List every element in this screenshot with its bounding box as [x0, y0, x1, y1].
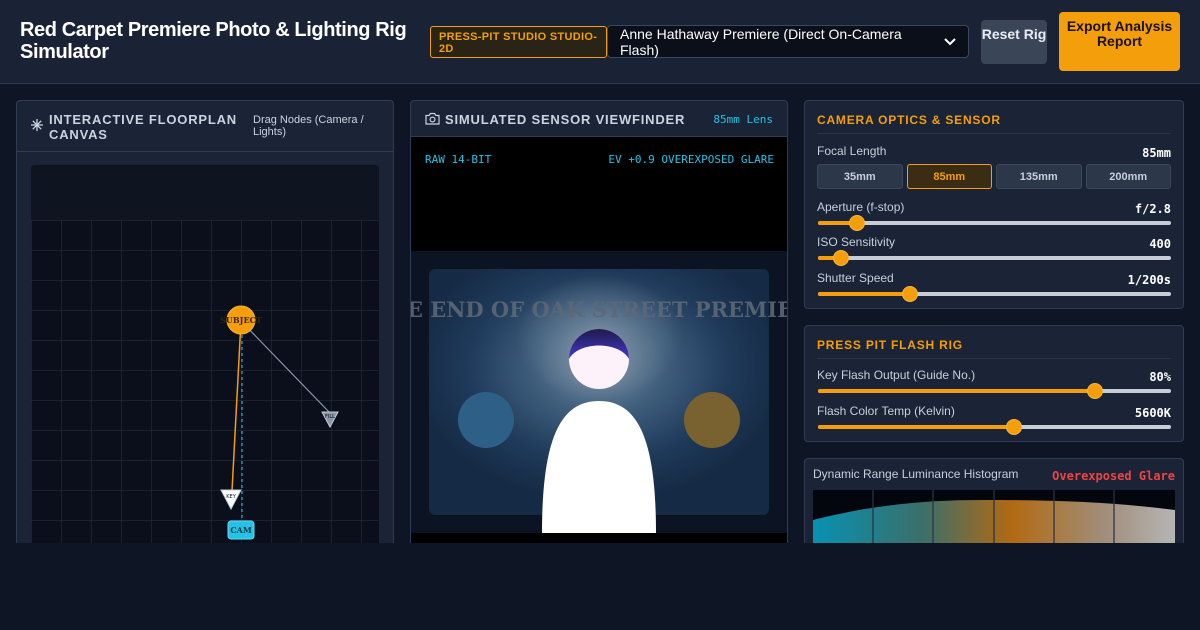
- histogram-title: Dynamic Range Luminance Histogram: [813, 467, 1019, 481]
- backdrop-text: THE END OF OAK STREET PREMIERE: [411, 297, 787, 322]
- floorplan-canvas[interactable]: SUBJECT FILL KEY CAM: [31, 165, 379, 559]
- flash-output-slider-fill: [818, 389, 1096, 393]
- flash-temp-value: 5600K: [1134, 406, 1171, 420]
- focal-85mm-button[interactable]: 85mm: [906, 164, 992, 189]
- aperture-slider-handle[interactable]: [848, 215, 865, 231]
- flash-output-slider[interactable]: [818, 383, 1171, 399]
- page-footer-area: [0, 543, 1200, 630]
- chevron-down-icon: [944, 35, 956, 49]
- shutter-label: Shutter Speed: [817, 271, 894, 285]
- floorplan-grid: SUBJECT FILL KEY CAM: [31, 165, 379, 559]
- studio-badge: PRESS-PIT STUDIO STUDIO-2D: [430, 26, 607, 58]
- floorplan-hint: Drag Nodes (Camera / Lights): [253, 114, 364, 138]
- subject-node-label: SUBJECT: [220, 315, 262, 325]
- fill-light-node-label: FILL: [325, 414, 335, 420]
- floorplan-title: INTERACTIVE FLOORPLAN CANVAS: [49, 112, 237, 142]
- aperture-label: Aperture (f-stop): [817, 200, 905, 214]
- flash-output-value: 80%: [1149, 370, 1171, 384]
- iso-label: ISO Sensitivity: [817, 235, 896, 249]
- raw-readout: RAW 14-BIT: [425, 153, 492, 166]
- optics-title: CAMERA OPTICS & SENSOR: [817, 113, 1001, 127]
- crowd-light-left: [458, 392, 514, 448]
- key-flash-node-label: KEY: [226, 494, 236, 500]
- focal-length-label: Focal Length: [817, 144, 887, 158]
- reset-rig-button[interactable]: Reset Rig: [981, 20, 1047, 64]
- lens-label: 85mm Lens: [713, 113, 773, 126]
- floorplan-panel: INTERACTIVE FLOORPLAN CANVAS Drag Nodes …: [16, 100, 394, 560]
- aperture-value: f/2.8: [1134, 202, 1171, 216]
- flash-output-slider-handle[interactable]: [1087, 383, 1104, 399]
- scenario-select-value: Anne Hathaway Premiere (Direct On-Camera…: [620, 25, 902, 58]
- crowd-light-right: [684, 392, 740, 448]
- focal-135mm-button[interactable]: 135mm: [996, 164, 1082, 189]
- camera-node[interactable]: CAM: [227, 520, 255, 540]
- ev-readout: EV +0.9 OVEREXPOSED GLARE: [608, 153, 774, 166]
- crosshair-icon: [31, 119, 43, 134]
- viewfinder-screen: THE END OF OAK STREET PREMIERE RAW 14-BI…: [411, 137, 787, 557]
- viewfinder-title: SIMULATED SENSOR VIEWFINDER: [445, 112, 686, 127]
- flash-output-label: Key Flash Output (Guide No.): [817, 368, 976, 382]
- histogram-status: Overexposed Glare: [1052, 469, 1175, 483]
- iso-slider-handle[interactable]: [832, 250, 849, 266]
- iso-value: 400: [1149, 237, 1171, 251]
- export-report-button[interactable]: Export Analysis Report: [1059, 12, 1180, 71]
- flash-title: PRESS PIT FLASH RIG: [817, 338, 963, 352]
- top-bar: Red Carpet Premiere Photo & Lighting Rig…: [0, 0, 1200, 84]
- app-title: Red Carpet Premiere Photo & Lighting Rig…: [20, 19, 407, 63]
- shutter-value: 1/200s: [1127, 273, 1171, 287]
- shutter-slider-fill: [818, 292, 910, 296]
- iso-slider[interactable]: [818, 250, 1171, 266]
- viewfinder-panel: SIMULATED SENSOR VIEWFINDER 85mm Lens EN…: [410, 100, 788, 560]
- optics-panel: CAMERA OPTICS & SENSOR Focal Length 85mm…: [804, 100, 1184, 309]
- flash-temp-label: Flash Color Temp (Kelvin): [817, 404, 955, 418]
- flash-panel: PRESS PIT FLASH RIG Key Flash Output (Gu…: [804, 325, 1184, 442]
- divider: [817, 133, 1171, 134]
- shutter-slider[interactable]: [818, 286, 1171, 302]
- focal-200mm-button[interactable]: 200mm: [1085, 164, 1171, 189]
- divider: [817, 358, 1171, 359]
- scenario-select[interactable]: Anne Hathaway Premiere (Direct On-Camera…: [607, 25, 969, 58]
- aperture-slider[interactable]: [818, 215, 1171, 231]
- flash-temp-slider-fill: [818, 425, 1014, 429]
- camera-icon: [425, 112, 440, 130]
- flash-temp-slider[interactable]: [818, 419, 1171, 435]
- focal-length-value: 85mm: [1142, 146, 1171, 160]
- camera-node-label: CAM: [230, 525, 252, 535]
- viewfinder-header: SIMULATED SENSOR VIEWFINDER 85mm Lens: [411, 101, 787, 137]
- shutter-slider-handle[interactable]: [901, 286, 918, 302]
- viewfinder-render: THE END OF OAK STREET PREMIERE RAW 14-BI…: [411, 137, 787, 557]
- focal-length-options: 35mm 85mm 135mm 200mm: [817, 164, 1171, 189]
- focal-35mm-button[interactable]: 35mm: [817, 164, 903, 189]
- flash-temp-slider-handle[interactable]: [1005, 419, 1022, 435]
- floorplan-header: INTERACTIVE FLOORPLAN CANVAS Drag Nodes …: [17, 101, 393, 152]
